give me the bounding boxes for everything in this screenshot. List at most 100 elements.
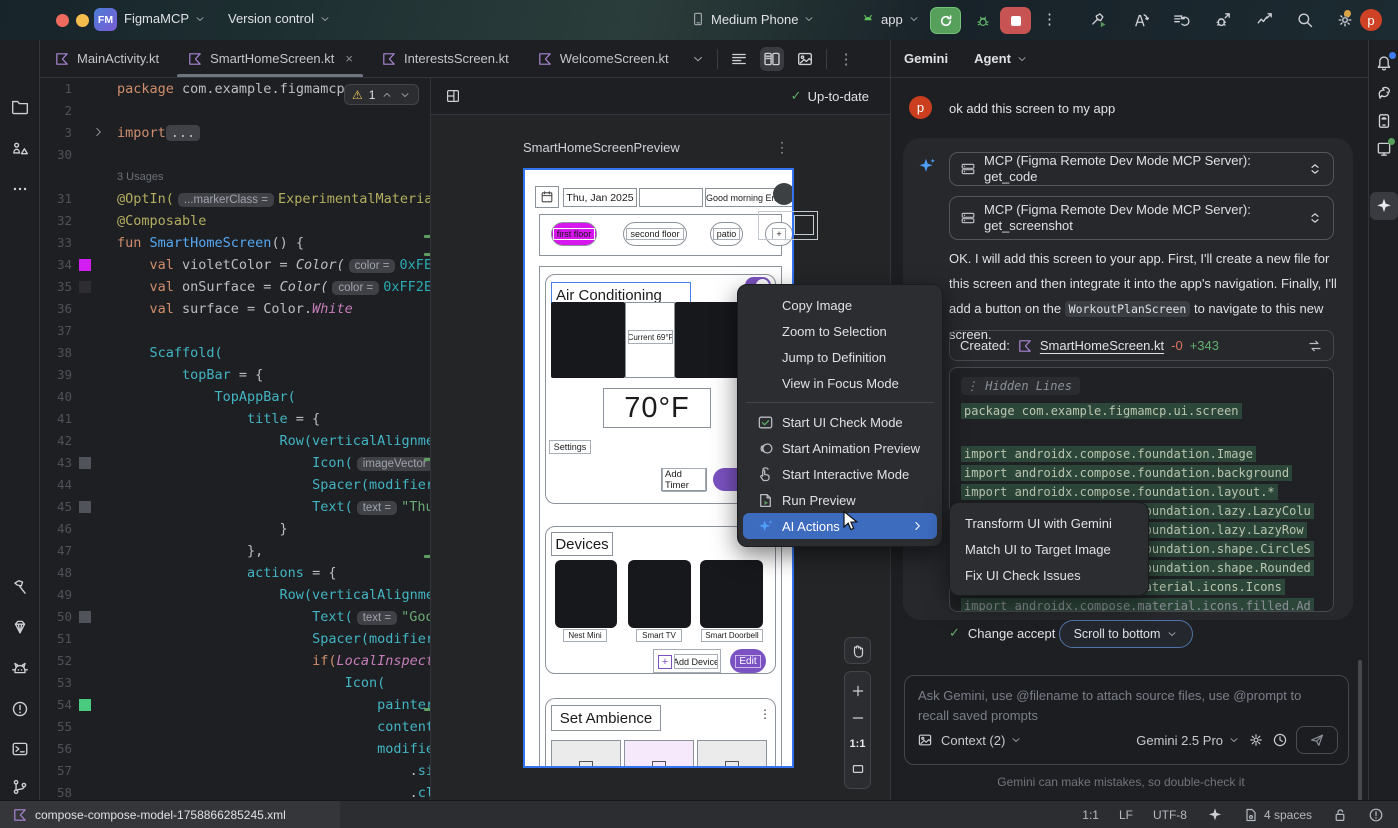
- line-ending[interactable]: LF: [1119, 808, 1133, 822]
- agent-mode-selector[interactable]: Agent: [974, 51, 1028, 66]
- expand-collapse-icon[interactable]: [1307, 161, 1323, 177]
- selection-handle[interactable]: [794, 215, 814, 235]
- rerun-button[interactable]: [930, 7, 961, 34]
- ambience-tile[interactable]: [551, 740, 621, 768]
- encoding[interactable]: UTF-8: [1153, 808, 1187, 822]
- close-window-button[interactable]: [56, 14, 69, 27]
- attach-debugger-icon[interactable]: [1214, 11, 1232, 29]
- menu-item-jump-to-definition[interactable]: Jump to Definition: [743, 344, 937, 370]
- menu-item-zoom-to-selection[interactable]: Zoom to Selection: [743, 318, 937, 344]
- editor-options-kebab[interactable]: ⋮: [839, 50, 854, 68]
- vcs-widget[interactable]: Version control: [228, 11, 331, 26]
- ac-add-timer-button[interactable]: Add Timer: [661, 468, 707, 491]
- project-selector[interactable]: FigmaMCP: [124, 11, 206, 26]
- code-line[interactable]: 54painter: [40, 694, 430, 716]
- hidden-lines-label[interactable]: ⋮ Hidden Lines: [961, 377, 1080, 395]
- code-line[interactable]: 53Icon(: [40, 672, 430, 694]
- code-line[interactable]: 35val onSurface = Color(color =0xFF2E2: [40, 276, 430, 298]
- chip-second-floor[interactable]: second floor: [623, 222, 687, 246]
- apply-changes-icon[interactable]: [1132, 11, 1150, 29]
- ac-settings-label[interactable]: Settings: [549, 440, 591, 454]
- diff-icon[interactable]: [1307, 338, 1323, 354]
- code-line[interactable]: 50Text(text ="Good: [40, 606, 430, 628]
- run-config-selector[interactable]: app: [860, 11, 920, 27]
- code-line[interactable]: 37: [40, 320, 430, 342]
- menu-item-ai-actions[interactable]: AI Actions: [743, 513, 937, 539]
- scrollbar[interactable]: [1358, 660, 1362, 810]
- usages-hint[interactable]: 3 Usages: [117, 166, 163, 188]
- code-line[interactable]: 58.cli: [40, 782, 430, 800]
- debug-button[interactable]: [967, 7, 998, 34]
- submenu-item-match-ui-to-target-image[interactable]: Match UI to Target Image: [955, 536, 1143, 562]
- code-line[interactable]: 56modifier: [40, 738, 430, 760]
- more-tools-icon[interactable]: [11, 180, 29, 198]
- code-line[interactable]: 1package com.example.figmamcp.u⚠1: [40, 78, 430, 100]
- color-swatch[interactable]: [79, 259, 91, 271]
- device-tile-Smart-TV[interactable]: [628, 560, 691, 628]
- stop-button[interactable]: [1000, 7, 1031, 34]
- lock-open-icon[interactable]: [1332, 807, 1348, 823]
- code-line[interactable]: 32@Composable: [40, 210, 430, 232]
- problems-icon[interactable]: [11, 700, 29, 718]
- send-button[interactable]: [1296, 726, 1338, 754]
- preview-kebab[interactable]: ⋮: [775, 139, 789, 156]
- tab-smarthomescreen-kt[interactable]: SmartHomeScreen.kt×: [173, 40, 367, 77]
- ai-sparkle-icon[interactable]: [1207, 807, 1223, 823]
- device-selector[interactable]: Medium Phone: [690, 11, 815, 27]
- search-icon[interactable]: [1296, 11, 1314, 29]
- more-run-options[interactable]: ⋮: [1042, 10, 1057, 28]
- code-line[interactable]: 52if(LocalInspecti: [40, 650, 430, 672]
- menu-item-start-animation-preview[interactable]: Start Animation Preview: [743, 435, 937, 461]
- status-file-widget[interactable]: compose-compose-model-1758866285245.xml: [0, 801, 340, 828]
- layout-grid-icon[interactable]: [445, 88, 461, 104]
- ambience-tile[interactable]: [697, 740, 767, 768]
- zoom-out-icon[interactable]: [850, 710, 866, 726]
- code-line[interactable]: 47},: [40, 540, 430, 562]
- tab-welcomescreen-kt[interactable]: WelcomeScreen.kt: [523, 40, 683, 77]
- menu-item-run-preview[interactable]: Run Preview: [743, 487, 937, 513]
- code-line[interactable]: 41title = {: [40, 408, 430, 430]
- resource-manager-icon[interactable]: [11, 140, 29, 158]
- submenu-item-transform-ui-with-gemini[interactable]: Transform UI with Gemini: [955, 510, 1143, 536]
- fit-screen-icon[interactable]: [850, 761, 866, 777]
- project-folder-icon[interactable]: [11, 98, 29, 116]
- code-line[interactable]: 2: [40, 100, 430, 122]
- code-line[interactable]: 57.siz: [40, 760, 430, 782]
- gear-icon[interactable]: [1248, 732, 1264, 748]
- chip-first-floor[interactable]: first floor: [551, 222, 597, 246]
- edit-button[interactable]: Edit: [730, 649, 766, 673]
- scroll-to-bottom-button[interactable]: Scroll to bottom: [1059, 620, 1193, 648]
- gemini-sparkle-icon[interactable]: [1370, 192, 1398, 220]
- terminal-icon[interactable]: [11, 740, 29, 758]
- mcp-call-get-code[interactable]: MCP (Figma Remote Dev Mode MCP Server): …: [949, 152, 1334, 186]
- history-clock-icon[interactable]: [1272, 732, 1288, 748]
- build-hammer-icon[interactable]: [11, 578, 29, 596]
- ambience-kebab[interactable]: ⋮: [759, 707, 771, 721]
- add-device-button[interactable]: +Add Device: [653, 649, 721, 673]
- menu-item-start-interactive-mode[interactable]: Start Interactive Mode: [743, 461, 937, 487]
- profile-avatar[interactable]: [773, 183, 794, 205]
- prev-warning-icon[interactable]: [381, 89, 393, 101]
- code-line[interactable]: 46}: [40, 518, 430, 540]
- design-view-icon[interactable]: [796, 50, 814, 68]
- color-swatch[interactable]: [79, 457, 91, 469]
- apply-code-changes-icon[interactable]: [1172, 11, 1190, 29]
- submenu-item-fix-ui-check-issues[interactable]: Fix UI Check Issues: [955, 562, 1143, 588]
- app-insights-gem-icon[interactable]: [11, 618, 29, 636]
- gradle-elephant-icon[interactable]: [1375, 84, 1393, 102]
- tab-mainactivity-kt[interactable]: MainActivity.kt: [40, 40, 173, 77]
- device-tile-Smart-Doorbell[interactable]: [700, 560, 763, 628]
- code-line[interactable]: 36val surface = Color.White: [40, 298, 430, 320]
- code-line[interactable]: 33fun SmartHomeScreen() {: [40, 232, 430, 254]
- color-swatch[interactable]: [79, 281, 91, 293]
- gemini-input-box[interactable]: Ask Gemini, use @filename to attach sour…: [904, 675, 1349, 765]
- code-line[interactable]: 48actions = {: [40, 562, 430, 584]
- code-line[interactable]: 3import...: [40, 122, 430, 144]
- hidden-tabs-chevron[interactable]: [691, 52, 705, 66]
- pan-button[interactable]: [844, 637, 871, 664]
- running-devices-icon[interactable]: [1375, 112, 1393, 130]
- profiler-icon[interactable]: [1256, 11, 1274, 29]
- chip-patio[interactable]: patio: [710, 222, 743, 246]
- mcp-call-get-screenshot[interactable]: MCP (Figma Remote Dev Mode MCP Server): …: [949, 196, 1334, 240]
- build-run-icon[interactable]: [1090, 11, 1108, 29]
